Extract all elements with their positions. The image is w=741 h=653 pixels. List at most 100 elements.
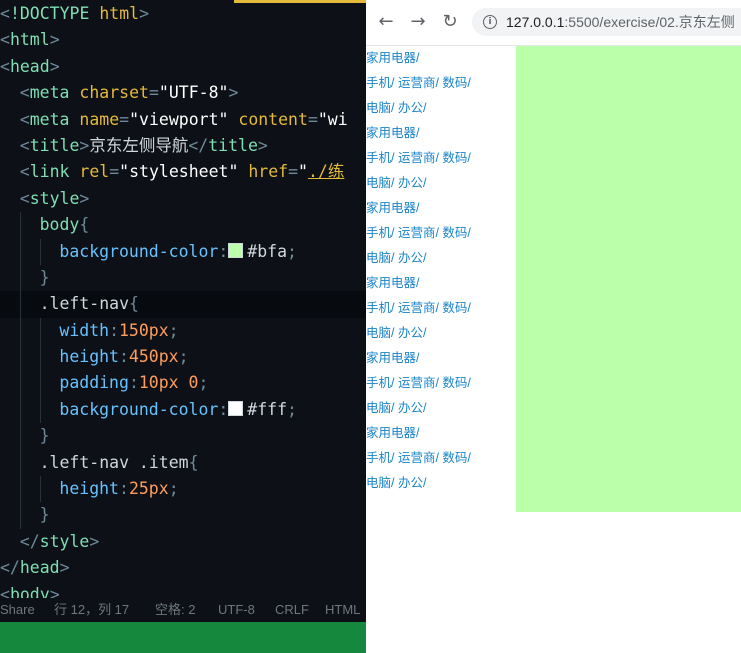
code-line[interactable]: </style> (0, 529, 366, 555)
url-path: :5500/exercise/02.京东左侧 (564, 14, 735, 30)
nav-item[interactable]: 电脑/ 办公/ (366, 321, 516, 346)
code-token: " (298, 162, 308, 182)
code-line[interactable]: height:25px; (0, 476, 366, 503)
code-line[interactable]: .left-nav .item{ (0, 449, 366, 477)
code-line[interactable]: } (0, 264, 366, 292)
status-bar: Share 行 12，列 17 空格: 2 UTF-8 CRLF HTML (0, 598, 366, 622)
nav-item[interactable]: 家用电器/ (366, 46, 516, 71)
code-line-content: </style> (0, 532, 99, 551)
reload-icon[interactable]: ↻ (439, 11, 461, 33)
code-token: name (79, 109, 120, 129)
status-indent[interactable]: 空格: 2 (155, 598, 195, 622)
code-token: </ (0, 558, 20, 578)
nav-item[interactable]: 电脑/ 办公/ (366, 171, 516, 196)
code-line[interactable]: padding:10px 0; (0, 370, 366, 397)
nav-item[interactable]: 手机/ 运营商/ 数码/ (366, 146, 516, 171)
code-token: rel (79, 162, 110, 182)
taskbar-strip (0, 622, 366, 653)
address-bar[interactable]: i 127.0.0.1:5500/exercise/02.京东左侧 (472, 8, 741, 36)
code-token: = (148, 83, 159, 103)
code-token: "UTF-8" (158, 83, 229, 103)
code-line[interactable]: height:450px; (0, 344, 366, 371)
nav-item[interactable]: 手机/ 运营商/ 数码/ (366, 446, 516, 471)
url-text[interactable]: 127.0.0.1:5500/exercise/02.京东左侧 (506, 8, 735, 36)
code-token: < (19, 162, 30, 182)
code-line[interactable]: body{ (0, 212, 366, 239)
color-swatch-icon[interactable] (228, 400, 244, 416)
nav-item[interactable]: 手机/ 运营商/ 数码/ (366, 296, 516, 321)
code-token: title (208, 135, 258, 155)
nav-item[interactable]: 电脑/ 办公/ (366, 471, 516, 496)
code-token: width (59, 320, 110, 340)
code-content[interactable]: <!DOCTYPE html> <html> <head> <meta charset… (0, 1, 366, 608)
code-line[interactable]: <html> (0, 27, 366, 53)
code-token: href (248, 162, 289, 182)
code-token: head (9, 56, 50, 76)
code-token: #fff (247, 399, 288, 419)
back-arrow-icon[interactable]: ← (375, 11, 397, 33)
code-token: = (109, 162, 120, 182)
nav-item[interactable]: 电脑/ 办公/ (366, 246, 516, 271)
color-swatch-icon[interactable] (228, 242, 244, 258)
code-token: { (129, 294, 139, 314)
code-line[interactable]: <title>京东左侧导航</title> (0, 133, 366, 159)
info-icon[interactable]: i (483, 15, 497, 29)
nav-item[interactable]: 电脑/ 办公/ (366, 96, 516, 121)
code-line[interactable]: <meta charset="UTF-8"> (0, 80, 366, 106)
code-line[interactable]: width:150px; (0, 317, 366, 345)
code-token: ; (287, 241, 297, 261)
nav-item[interactable]: 家用电器/ (366, 121, 516, 146)
nav-item[interactable]: 手机/ 运营商/ 数码/ (366, 371, 516, 396)
nav-item[interactable]: 家用电器/ (366, 421, 516, 446)
code-token: : (119, 347, 129, 367)
code-token: padding (59, 373, 129, 393)
nav-item[interactable]: 家用电器/ (366, 196, 516, 221)
code-token: < (19, 109, 30, 129)
nav-item[interactable]: 手机/ 运营商/ 数码/ (366, 71, 516, 96)
code-token: : (109, 320, 119, 340)
code-line-content: <meta name="viewport" content="wi (0, 110, 348, 129)
code-line[interactable]: </head> (0, 555, 366, 581)
nav-item[interactable]: 手机/ 运营商/ 数码/ (366, 221, 516, 246)
code-token: > (49, 56, 60, 76)
code-line-content: .left-nav{ (0, 294, 139, 313)
code-line[interactable]: <meta name="viewport" content="wi (0, 107, 366, 133)
code-editor[interactable]: <!DOCTYPE html> <html> <head> <meta charset… (0, 0, 366, 653)
code-token: > (79, 135, 90, 155)
status-share[interactable]: Share (0, 598, 35, 622)
code-token: : (128, 373, 139, 393)
code-line[interactable]: .left-nav{ (0, 291, 366, 318)
forward-arrow-icon[interactable]: → (407, 11, 429, 33)
code-token: "wi (317, 109, 348, 129)
code-token: ; (198, 373, 209, 393)
code-line[interactable]: } (0, 423, 366, 450)
code-line[interactable]: } (0, 502, 366, 529)
code-token: { (188, 452, 199, 472)
code-token: body (39, 215, 80, 235)
code-line[interactable]: background-color: #bfa; (0, 238, 366, 265)
code-token: > (49, 30, 60, 50)
code-line[interactable]: <style> (0, 186, 366, 212)
code-line[interactable]: <link rel="stylesheet" href="./练 (0, 159, 366, 185)
code-token: content (238, 109, 308, 129)
status-eol[interactable]: CRLF (275, 598, 309, 622)
status-encoding[interactable]: UTF-8 (218, 598, 255, 622)
code-token: > (139, 4, 150, 23)
code-line[interactable]: <!DOCTYPE html> (0, 1, 366, 27)
code-token: .left-nav .item (39, 452, 189, 472)
nav-item[interactable]: 家用电器/ (366, 346, 516, 371)
code-line[interactable]: background-color: #fff; (0, 396, 366, 424)
code-token: ./练 (307, 162, 345, 182)
code-token: html (9, 30, 50, 50)
status-language[interactable]: HTML (325, 598, 360, 622)
code-token: meta (29, 109, 70, 129)
nav-item[interactable]: 家用电器/ (366, 271, 516, 296)
code-line[interactable]: <head> (0, 54, 366, 80)
code-token: 450px (128, 347, 179, 367)
nav-item[interactable]: 电脑/ 办公/ (366, 396, 516, 421)
code-token: </ (19, 531, 40, 551)
status-cursor-position[interactable]: 行 12，列 17 (54, 598, 129, 622)
